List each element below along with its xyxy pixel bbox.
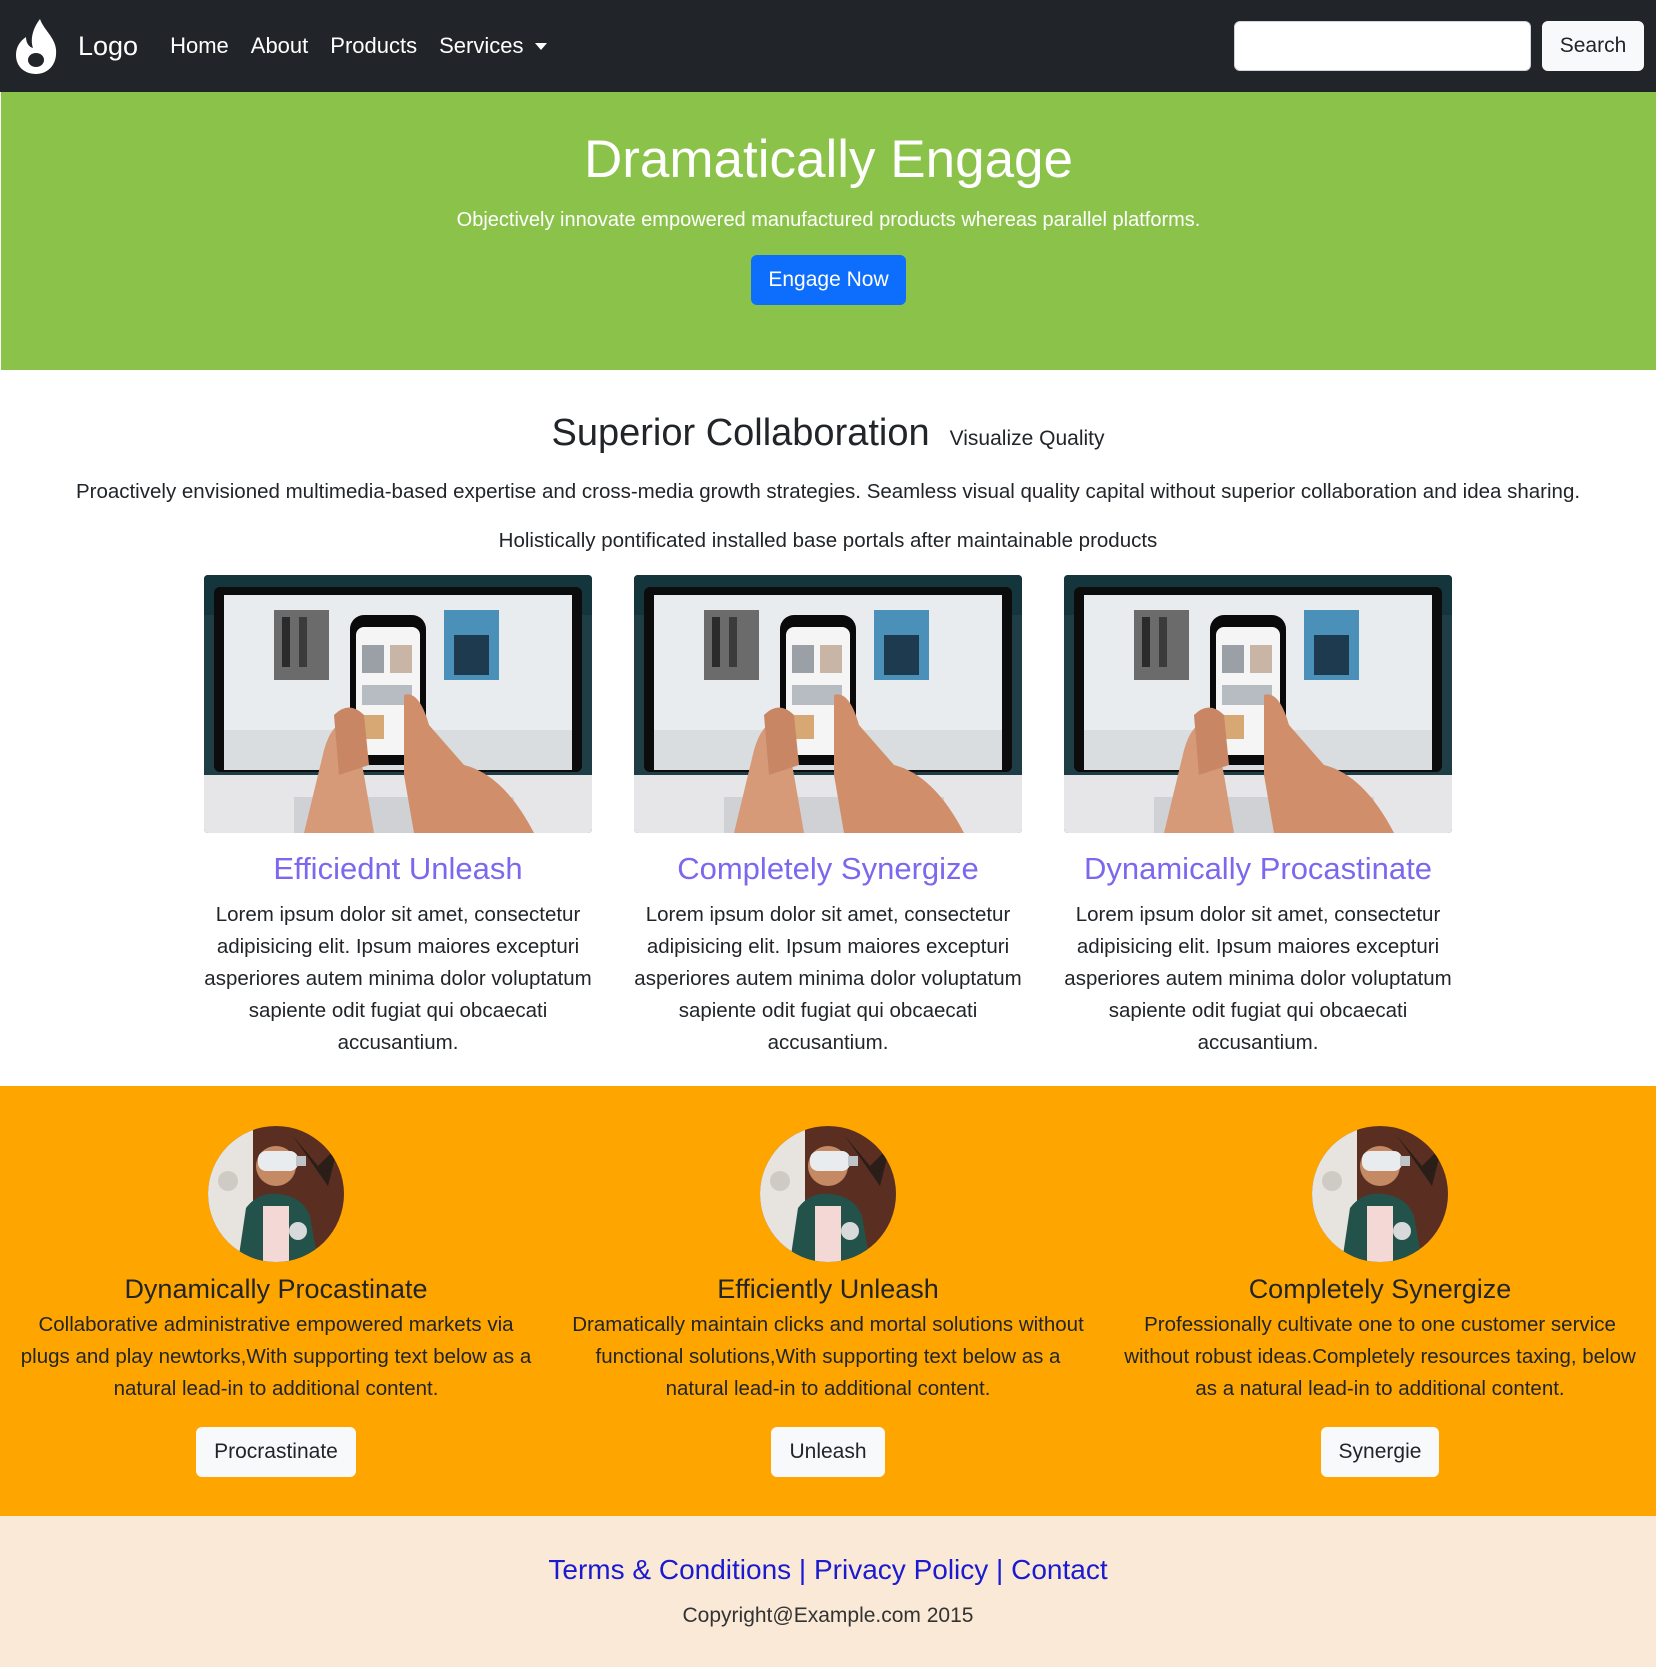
card-text: Lorem ipsum dolor sit amet, consectetur … xyxy=(634,903,1022,1055)
privacy-link[interactable]: Privacy Policy xyxy=(814,1554,988,1585)
hero-subtitle: Objectively innovate empowered manufactu… xyxy=(456,208,1201,231)
card-row: Efficiednt Unleash Lorem ipsum dolor sit… xyxy=(0,575,1656,1059)
collab-subparagraph: Holistically pontificated installed base… xyxy=(498,529,1158,552)
feature-text: Professionally cultivate one to one cust… xyxy=(1124,1313,1636,1400)
collab-heading: Superior Collaboration Visualize Quality xyxy=(0,412,1656,455)
card: Completely Synergize Lorem ipsum dolor s… xyxy=(634,575,1022,1059)
footer-separator: | xyxy=(988,1554,1012,1585)
nav-links: Home About Products Services xyxy=(170,33,569,59)
brand[interactable]: Logo xyxy=(14,17,138,75)
footer: Terms & Conditions | Privacy Policy | Co… xyxy=(0,1516,1656,1667)
caret-down-icon xyxy=(535,42,548,50)
search-button[interactable]: Search xyxy=(1542,21,1644,71)
collab-title: Superior Collaboration xyxy=(551,412,930,454)
feature-column: Efficiently Unleash Dramatically maintai… xyxy=(552,1086,1104,1516)
hero-title: Dramatically Engage xyxy=(583,130,1073,189)
copyright-text: Copyright@Example.com 2015 xyxy=(682,1604,974,1627)
avatar xyxy=(760,1126,896,1262)
nav-services-dropdown[interactable]: Services xyxy=(439,33,548,59)
feature-text: Collaborative administrative empowered m… xyxy=(20,1313,532,1400)
card: Dynamically Procastinate Lorem ipsum dol… xyxy=(1064,575,1452,1059)
navbar: Logo Home About Products Services Search xyxy=(0,0,1656,92)
avatar xyxy=(208,1126,344,1262)
nav-about[interactable]: About xyxy=(251,33,309,59)
footer-separator: | xyxy=(791,1554,814,1585)
card-title: Dynamically Procastinate xyxy=(1083,851,1433,886)
procrastinate-button[interactable]: Procrastinate xyxy=(196,1427,356,1477)
feature-title: Efficiently Unleash xyxy=(717,1274,939,1304)
contact-link[interactable]: Contact xyxy=(1011,1554,1108,1585)
nav-services-label: Services xyxy=(439,33,524,58)
collaboration-section: Superior Collaboration Visualize Quality… xyxy=(0,412,1656,1059)
feature-title: Completely Synergize xyxy=(1248,1274,1512,1304)
card-image xyxy=(634,575,1022,833)
terms-link[interactable]: Terms & Conditions xyxy=(548,1554,791,1585)
card-image xyxy=(204,575,592,833)
footer-links: Terms & Conditions | Privacy Policy | Co… xyxy=(0,1554,1656,1586)
nav-home[interactable]: Home xyxy=(170,33,229,59)
hero-section: Dramatically Engage Objectively innovate… xyxy=(1,92,1656,370)
engage-now-button[interactable]: Engage Now xyxy=(751,254,906,305)
collab-paragraph: Proactively envisioned multimedia-based … xyxy=(75,480,1581,503)
feature-title: Dynamically Procastinate xyxy=(124,1274,428,1304)
card-title: Completely Synergize xyxy=(677,851,979,886)
synergie-button[interactable]: Synergie xyxy=(1320,1427,1440,1477)
brand-text: Logo xyxy=(78,30,139,61)
search-form: Search xyxy=(1234,21,1644,71)
card-text: Lorem ipsum dolor sit amet, consectetur … xyxy=(204,903,592,1055)
nav-products[interactable]: Products xyxy=(330,33,417,59)
feature-column: Dynamically Procastinate Collaborative a… xyxy=(0,1086,552,1516)
avatar xyxy=(1312,1126,1448,1262)
card-text: Lorem ipsum dolor sit amet, consectetur … xyxy=(1064,903,1452,1055)
features-section: Dynamically Procastinate Collaborative a… xyxy=(0,1086,1656,1516)
search-input[interactable] xyxy=(1234,21,1531,71)
unleash-button[interactable]: Unleash xyxy=(771,1427,885,1477)
feature-column: Completely Synergize Professionally cult… xyxy=(1104,1086,1656,1516)
collab-tagline: Visualize Quality xyxy=(949,427,1105,450)
card: Efficiednt Unleash Lorem ipsum dolor sit… xyxy=(204,575,592,1059)
card-image xyxy=(1064,575,1452,833)
flame-icon xyxy=(16,19,57,74)
feature-text: Dramatically maintain clicks and mortal … xyxy=(572,1313,1084,1400)
card-title: Efficiednt Unleash xyxy=(273,851,523,886)
